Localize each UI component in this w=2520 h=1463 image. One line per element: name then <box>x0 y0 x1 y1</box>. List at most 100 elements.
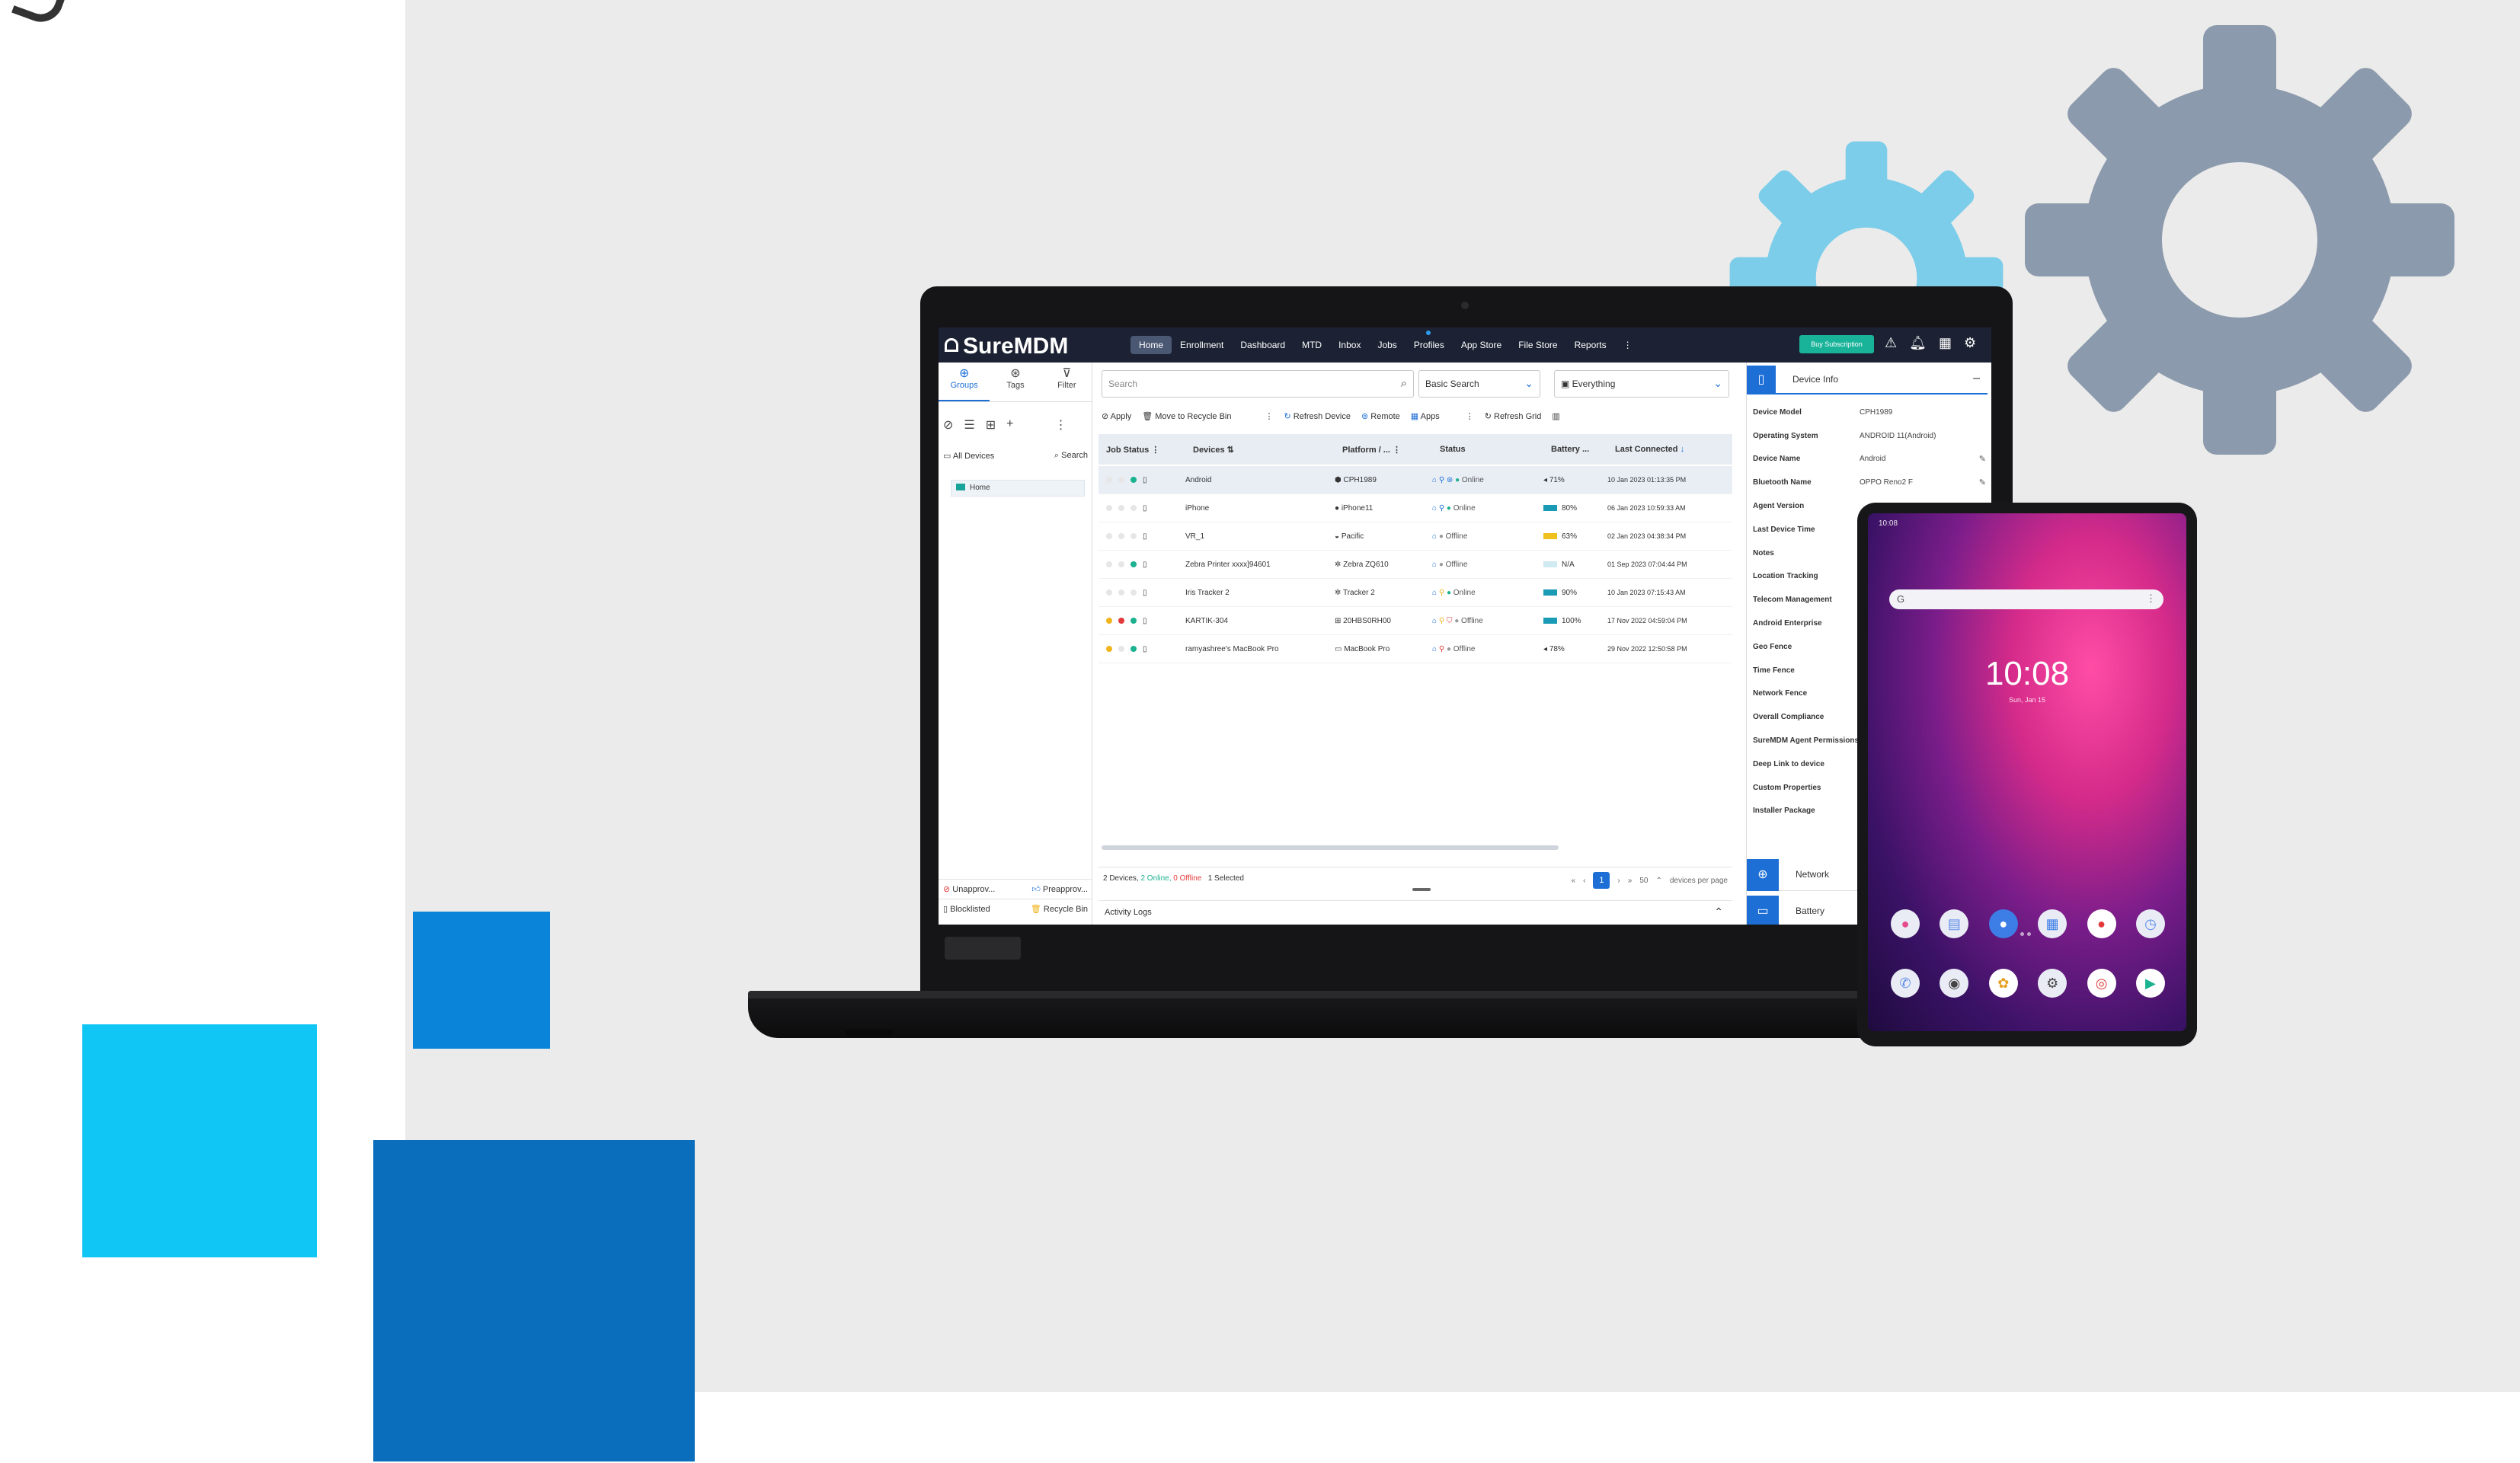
settings-icon[interactable]: ⚙ <box>2038 969 2067 998</box>
col-platform[interactable]: Platform / ... ⋮ <box>1335 445 1432 455</box>
settings-icon[interactable]: ⚙ <box>1964 335 1976 351</box>
brand-logo[interactable]: SureMDM <box>945 334 1068 359</box>
more-actions-icon[interactable]: ⋮ <box>1265 411 1274 421</box>
last-page-icon[interactable]: » <box>1628 877 1633 885</box>
app-icon[interactable]: ▤ <box>1940 909 1969 938</box>
more-actions-icon[interactable]: ⋮ <box>1466 411 1474 421</box>
play-store-icon[interactable]: ▶ <box>2135 969 2165 998</box>
job-status-dot <box>1130 561 1137 567</box>
nav-home[interactable]: Home <box>1130 336 1172 354</box>
contacts-icon[interactable]: ● <box>1988 909 2018 938</box>
resize-handle[interactable] <box>1412 888 1431 891</box>
collapse-icon[interactable]: – <box>1973 372 1980 385</box>
camera-icon[interactable]: ◉ <box>1940 969 1969 998</box>
phone-app-icon[interactable]: ✆ <box>1891 969 1920 998</box>
nav-file-store[interactable]: File Store <box>1510 336 1565 354</box>
basic-search-select[interactable]: Basic Search ⌄ <box>1418 370 1540 398</box>
nav-reports[interactable]: Reports <box>1566 336 1615 354</box>
info-label: Deep Link to device <box>1753 759 1824 768</box>
warning-icon[interactable]: ⚠ <box>1885 335 1897 351</box>
edit-icon[interactable]: ✎ <box>1979 454 1986 464</box>
clock-icon[interactable]: ◷ <box>2135 909 2165 938</box>
apps-grid-icon[interactable]: ▦ <box>1939 335 1952 351</box>
move-to-recycle-bin-button[interactable]: 🗑︎ Move to Recycle Bin <box>1142 411 1231 421</box>
per-page-select[interactable]: 50 <box>1639 877 1648 885</box>
table-row[interactable]: ▯ iPhone ● iPhone11 ⌂ ⚲ ● Online 80% 06 … <box>1099 494 1732 522</box>
horizontal-scrollbar[interactable] <box>1102 845 1559 850</box>
monitor-icon: ▭ <box>1335 644 1345 653</box>
current-page[interactable]: 1 <box>1593 872 1610 889</box>
nav-jobs[interactable]: Jobs <box>1369 336 1405 354</box>
table-row[interactable]: ▯ Android ⬢ CPH1989 ⌂ ⚲ ⊛ ● Online ◂ 71%… <box>1099 466 1732 494</box>
job-status-dot <box>1106 533 1112 539</box>
table-row[interactable]: ▯ Zebra Printer xxxx]94601 ✲ Zebra ZQ610… <box>1099 551 1732 579</box>
nav-more-icon[interactable]: ⋮ <box>1615 336 1641 354</box>
nav-profiles[interactable]: Profiles <box>1406 336 1453 354</box>
nav-app-store[interactable]: App Store <box>1453 336 1510 354</box>
apps-button[interactable]: ▦ Apps <box>1411 411 1440 421</box>
info-value: ANDROID 11(Android) <box>1860 431 1936 440</box>
bell-icon[interactable]: 🔔︎ <box>1909 335 1927 351</box>
refresh-grid-button[interactable]: ↻ Refresh Grid <box>1485 411 1542 421</box>
tab-tags[interactable]: ⊛ Tags <box>990 363 1041 401</box>
recycle-bin-link[interactable]: 🗑︎ Recycle Bin <box>1031 904 1088 914</box>
tablet-search-bar[interactable]: G ⋮ <box>1889 589 2163 609</box>
group-home[interactable]: Home <box>951 480 1085 497</box>
table-row[interactable]: ▯ ramyashree's MacBook Pro ▭ MacBook Pro… <box>1099 635 1732 663</box>
sidebar-search-link[interactable]: ⌕ Search <box>1054 451 1088 461</box>
nav-enrollment[interactable]: Enrollment <box>1172 336 1232 354</box>
table-row[interactable]: ▯ VR_1 ◒ Pacific ⌂ ● Offline 63% 02 Jan … <box>1099 522 1732 551</box>
more-icon[interactable]: ⋮ <box>1055 417 1067 433</box>
calendar-icon[interactable]: ▦ <box>2038 909 2067 938</box>
table-cell: 80% <box>1543 504 1607 513</box>
all-devices-link[interactable]: ▭ All Devices <box>943 451 994 461</box>
everything-select[interactable]: ▣ Everything ⌄ <box>1554 370 1729 398</box>
laptop-icon: ▯ <box>1143 616 1147 625</box>
chrome-icon[interactable]: ◎ <box>2087 969 2116 998</box>
battery-charging-icon: ◂ <box>1543 644 1549 653</box>
first-page-icon[interactable]: « <box>1572 877 1576 885</box>
info-label: SureMDM Agent Permissions <box>1753 736 1860 746</box>
app-icon[interactable]: ● <box>1891 909 1920 938</box>
col-last-connected[interactable]: Last Connected ↓ <box>1607 445 1732 454</box>
refresh-device-button[interactable]: ↻ Refresh Device <box>1284 411 1351 421</box>
apply-button[interactable]: ⊘ Apply <box>1102 411 1131 421</box>
recorder-icon[interactable]: ● <box>2087 909 2116 938</box>
next-page-icon[interactable]: › <box>1617 877 1620 885</box>
nav-inbox[interactable]: Inbox <box>1330 336 1369 354</box>
tab-filter[interactable]: ⊽ Filter <box>1041 363 1092 401</box>
unapproved-link[interactable]: ⊘ Unapprov... <box>943 884 995 894</box>
grid-icon[interactable]: ⊞ <box>986 417 996 433</box>
preapproved-link[interactable]: 👍︎ Preapprov... <box>1031 884 1088 894</box>
blocklisted-link[interactable]: ▯ Blocklisted <box>943 904 990 914</box>
table-cell: Android <box>1185 475 1212 484</box>
nav-dashboard[interactable]: Dashboard <box>1232 336 1294 354</box>
nav-mtd[interactable]: MTD <box>1294 336 1330 354</box>
status-icons: ⌂ ⚲ ⊛ <box>1432 475 1456 484</box>
table-row[interactable]: ▯ Iris Tracker 2 ✲ Tracker 2 ⌂ ⚲ ● Onlin… <box>1099 579 1732 607</box>
job-status-dot <box>1130 533 1137 539</box>
activity-logs-bar[interactable]: Activity Logs ⌃ <box>1099 900 1732 925</box>
table-row[interactable]: ▯ KARTIK-304 ⊞ 20HBS0RH00 ⌂ ⚲ ⛉ ● Offlin… <box>1099 607 1732 635</box>
search-input[interactable]: Search ⌕ <box>1102 370 1414 398</box>
table-cell: ⌂ ● Offline <box>1432 532 1468 541</box>
col-job-status[interactable]: Job Status ⋮ <box>1099 445 1185 455</box>
search-icon[interactable]: ⌕ <box>1401 377 1407 390</box>
col-devices[interactable]: Devices ⇅ <box>1185 445 1335 455</box>
info-label: Notes <box>1753 548 1774 557</box>
col-status[interactable]: Status <box>1432 445 1543 454</box>
chevron-up-icon[interactable]: ⌃ <box>1714 906 1723 918</box>
col-battery[interactable]: Battery ... <box>1543 445 1607 454</box>
photos-icon[interactable]: ✿ <box>1988 969 2018 998</box>
columns-icon[interactable]: ▥ <box>1552 411 1559 421</box>
add-icon[interactable]: + <box>1006 417 1013 433</box>
prev-page-icon[interactable]: ‹ <box>1583 877 1585 885</box>
edit-icon[interactable]: ✎ <box>1979 478 1986 487</box>
buy-subscription-button[interactable]: Buy Subscription <box>1799 335 1874 353</box>
mic-icon: ⋮ <box>2146 593 2156 604</box>
remote-button[interactable]: ⊚ Remote <box>1361 411 1400 421</box>
tab-groups[interactable]: ⊕ Groups <box>939 363 990 401</box>
device-info-header[interactable]: ▯ Device Info – <box>1747 366 1988 394</box>
list-icon[interactable]: ☰ <box>964 417 974 433</box>
check-icon[interactable]: ⊘ <box>943 417 953 433</box>
